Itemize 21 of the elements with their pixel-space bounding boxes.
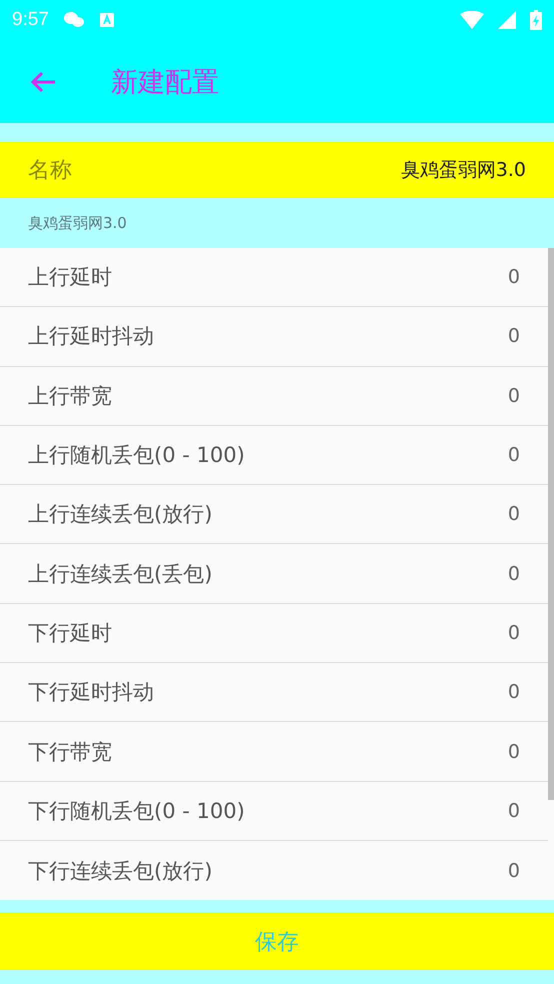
setting-row[interactable]: 下行连续丢包(放行) 0 — [0, 840, 548, 900]
setting-row[interactable]: 下行随机丢包(0 - 100) 0 — [0, 782, 548, 841]
setting-row[interactable]: 上行延时 0 — [0, 248, 548, 308]
page-title: 新建配置 — [111, 66, 219, 100]
back-button[interactable] — [29, 70, 57, 94]
wifi-icon — [460, 11, 484, 29]
chat-icon — [62, 11, 85, 29]
status-time: 9:57 — [12, 9, 49, 31]
setting-row[interactable]: 上行连续丢包(放行) 0 — [0, 485, 548, 544]
name-field[interactable]: 名称 臭鸡蛋弱网3.0 — [0, 142, 554, 198]
app-icon — [98, 12, 115, 28]
signal-icon — [498, 11, 516, 29]
setting-row[interactable]: 上行带宽 0 — [0, 366, 548, 426]
setting-row[interactable]: 下行延时抖动 0 — [0, 663, 548, 722]
battery-icon — [530, 10, 542, 30]
setting-row[interactable]: 下行带宽 0 — [0, 722, 548, 782]
setting-row[interactable]: 下行延时 0 — [0, 604, 548, 664]
setting-row[interactable]: 上行延时抖动 0 — [0, 307, 548, 367]
config-subtitle: 臭鸡蛋弱网3.0 — [0, 198, 554, 248]
setting-row[interactable]: 上行随机丢包(0 - 100) 0 — [0, 426, 548, 486]
setting-row[interactable]: 上行连续丢包(丢包) 0 — [0, 544, 548, 604]
